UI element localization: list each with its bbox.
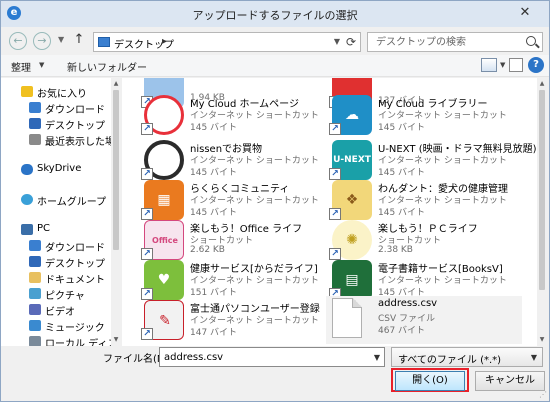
documents-icon <box>29 272 41 283</box>
refresh-icon[interactable]: ⟳ <box>346 35 356 49</box>
search-icon[interactable] <box>526 36 536 46</box>
nav-label: デスクトップ <box>45 259 105 270</box>
desktop-icon <box>29 256 41 267</box>
download-folder-icon <box>29 240 41 251</box>
filetype-select[interactable]: すべてのファイル (*.*) ▼ <box>391 347 543 367</box>
address-bar[interactable]: デスクトップ ▸ ▼ ⟳ <box>93 32 361 52</box>
filename-combobox: ▼ <box>159 347 385 367</box>
file-size: 147 バイト <box>190 328 238 338</box>
search-box <box>367 32 543 52</box>
shortcut-arrow-icon: ↗ <box>141 328 153 340</box>
file-item[interactable]: ☁ ↗ My Cloud ライブラリー インターネット ショートカット 145 … <box>329 93 532 143</box>
filetype-dropdown-icon: ▼ <box>530 353 537 362</box>
scroll-down-arrow-icon[interactable]: ▼ <box>112 336 120 344</box>
back-button[interactable]: ← <box>9 32 27 50</box>
file-size: 2.38 KB <box>378 245 413 255</box>
open-button[interactable]: 開く(O) <box>395 371 465 391</box>
filetype-value: すべてのファイル (*.*) <box>398 355 502 366</box>
file-item[interactable]: ✎ ↗ 富士通パソコンユーザー登録 インターネット ショートカット 147 バイ… <box>141 298 344 346</box>
shortcut-arrow-icon: ↗ <box>141 123 153 135</box>
recent-places-icon <box>29 134 41 145</box>
cancel-button[interactable]: キャンセル <box>475 371 545 391</box>
nav-favorites-label: お気に入り <box>37 89 87 100</box>
search-input[interactable] <box>368 33 518 51</box>
navigation-pane: お気に入り ダウンロード デスクトップ 最近表示した場所 SkyDrive ホー… <box>1 78 121 346</box>
scroll-up-arrow-icon[interactable]: ▲ <box>112 80 120 88</box>
nav-label: ホームグループ <box>37 197 107 208</box>
address-dropdown-icon[interactable]: ▼ <box>334 37 340 46</box>
file-list: ↗ 1.94 KB ↗ 137 バイト ↗ My Cloud ホームページ イン… <box>122 78 547 346</box>
file-list-scrollbar[interactable]: ▲ ▼ <box>537 78 547 346</box>
desktop-icon <box>29 118 41 129</box>
command-bar: 整理 ▼ 新しいフォルダー ▼ ? <box>1 55 549 77</box>
breadcrumb-chevron-icon[interactable]: ▸ <box>162 36 167 47</box>
videos-icon <box>29 304 41 315</box>
file-size: 145 バイト <box>378 168 426 178</box>
file-size: 145 バイト <box>378 123 426 133</box>
file-size: 145 バイト <box>378 208 426 218</box>
up-button[interactable]: ↑ <box>71 32 87 50</box>
file-size: 145 バイト <box>190 208 238 218</box>
nav-label: ミュージック <box>45 323 105 334</box>
file-size: 145 バイト <box>190 123 238 133</box>
file-name: address.csv <box>378 298 438 309</box>
file-size: 467 バイト <box>378 326 426 336</box>
star-icon <box>21 86 33 97</box>
change-view-icon[interactable] <box>481 58 497 72</box>
nav-label: ドキュメント <box>45 275 105 286</box>
homegroup-icon <box>21 194 33 205</box>
music-icon <box>29 320 41 331</box>
organize-dropdown-icon[interactable]: ▼ <box>39 61 44 69</box>
file-size: 2.62 KB <box>190 245 225 255</box>
file-item-selected[interactable]: address.csv CSV ファイル 467 バイト <box>326 296 522 344</box>
nav-label: ダウンロード <box>45 243 105 254</box>
preview-pane-icon[interactable] <box>509 58 523 72</box>
new-folder-button[interactable]: 新しいフォルダー <box>67 59 147 74</box>
navigation-scrollbar[interactable]: ▲ ▼ <box>111 78 121 346</box>
file-size: 151 バイト <box>190 288 238 298</box>
close-button[interactable]: ✕ <box>505 3 545 23</box>
cloud-icon <box>21 164 33 175</box>
computer-icon <box>21 224 33 235</box>
dialog-title: アップロードするファイルの選択 <box>192 9 358 22</box>
filename-dropdown-icon[interactable]: ▼ <box>374 353 380 362</box>
csv-file-icon <box>332 298 362 338</box>
file-item[interactable]: ↗ My Cloud ホームページ インターネット ショートカット 145 バイ… <box>141 93 344 143</box>
desktop-icon <box>98 37 110 47</box>
nav-label: ビデオ <box>45 307 75 318</box>
nav-label: デスクトップ <box>45 121 105 132</box>
shortcut-arrow-icon: ↗ <box>329 123 341 135</box>
nav-label: SkyDrive <box>37 163 82 174</box>
scroll-up-arrow-icon[interactable]: ▲ <box>538 80 546 88</box>
nav-label: ローカル ディスク (C <box>45 339 120 346</box>
recent-locations-chevron-icon[interactable]: ▼ <box>58 35 64 44</box>
forward-button[interactable]: → <box>33 32 51 50</box>
navigation-bar: ← → ▼ ↑ デスクトップ ▸ ▼ ⟳ <box>1 27 549 55</box>
resize-grip-icon[interactable]: ⋰ <box>539 390 547 399</box>
view-dropdown-icon[interactable]: ▼ <box>500 61 505 69</box>
nav-label: PC <box>37 223 51 234</box>
scroll-down-arrow-icon[interactable]: ▼ <box>538 336 546 344</box>
download-folder-icon <box>29 102 41 113</box>
filename-input[interactable] <box>160 348 368 366</box>
title-bar: e アップロードするファイルの選択 ✕ <box>1 1 549 27</box>
scroll-thumb[interactable] <box>539 90 545 290</box>
organize-button[interactable]: 整理 <box>11 59 31 74</box>
nav-label: 最近表示した場所 <box>45 137 121 148</box>
drive-icon <box>29 336 41 346</box>
pictures-icon <box>29 288 41 299</box>
scroll-thumb[interactable] <box>113 90 119 250</box>
nav-label: ダウンロード <box>45 105 105 116</box>
help-icon[interactable]: ? <box>528 57 544 73</box>
file-size: 145 バイト <box>190 168 238 178</box>
nav-label: ピクチャ <box>45 291 85 302</box>
file-open-dialog: e アップロードするファイルの選択 ✕ ← → ▼ ↑ デスクトップ ▸ ▼ ⟳… <box>0 0 550 402</box>
